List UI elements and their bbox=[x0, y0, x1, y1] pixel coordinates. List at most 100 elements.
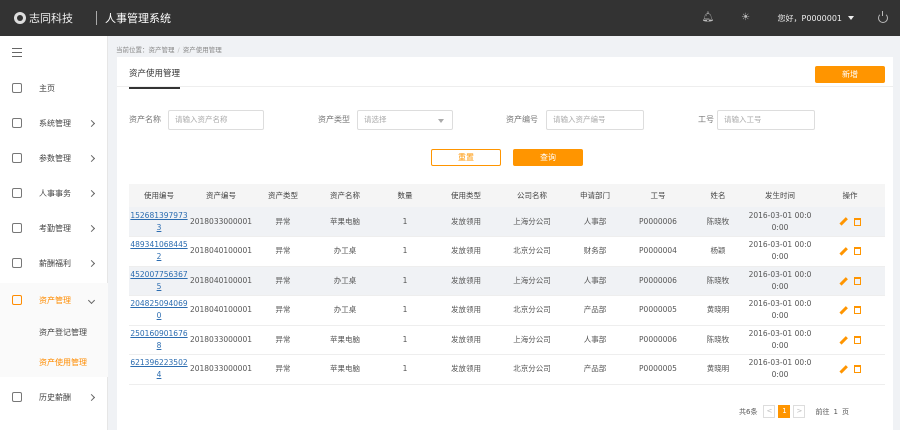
table-cell: 苹果电脑 bbox=[313, 207, 377, 237]
table-cell: 1 bbox=[377, 325, 433, 355]
sidebar-item-label: 薪酬福利 bbox=[39, 258, 71, 268]
usage-id-link[interactable]: 1526813979733 bbox=[130, 211, 187, 232]
table-cell: 发放领用 bbox=[433, 236, 499, 267]
table-cell: 陈晓牧 bbox=[691, 207, 745, 237]
table-cell: 办工桌 bbox=[313, 236, 377, 267]
trash-icon[interactable] bbox=[854, 217, 861, 226]
query-button[interactable]: 查询 bbox=[513, 149, 583, 166]
table-cell: 北京分公司 bbox=[499, 354, 565, 385]
table-row: 2048250940690 2018040100001 异常 办工桌 1 发放领用 北京分公… bbox=[129, 295, 885, 326]
sidebar-item-personnel[interactable]: 人事事务 bbox=[0, 176, 108, 210]
table-cell: 黄晓明 bbox=[691, 295, 745, 326]
monitor-icon bbox=[12, 118, 22, 128]
asset-icon bbox=[12, 295, 22, 305]
page-number-button[interactable]: 1 bbox=[778, 405, 791, 418]
sidebar-subitem-asset-usage[interactable]: 资产使用管理 bbox=[0, 347, 108, 377]
edit-icon[interactable] bbox=[839, 217, 848, 226]
prev-page-button[interactable]: < bbox=[763, 405, 776, 418]
trash-icon[interactable] bbox=[854, 306, 861, 315]
table-cell: 黄晓明 bbox=[691, 354, 745, 385]
reset-button[interactable]: 重置 bbox=[431, 149, 501, 166]
table-cell: 人事部 bbox=[565, 207, 625, 237]
usage-id-link[interactable]: 4893410684452 bbox=[130, 240, 187, 261]
table-cell: 办工桌 bbox=[313, 266, 377, 296]
hamburger-icon[interactable] bbox=[12, 48, 22, 60]
table-cell: 北京分公司 bbox=[499, 295, 565, 326]
table-cell: 1526813979733 bbox=[129, 207, 189, 237]
row-actions bbox=[815, 295, 885, 326]
job-no-input[interactable]: 请输入工号 bbox=[717, 110, 815, 130]
edit-icon[interactable] bbox=[839, 335, 848, 344]
column-header: 工号 bbox=[625, 184, 691, 207]
goto-page-input[interactable]: 1 bbox=[833, 408, 837, 416]
chevron-right-icon bbox=[87, 189, 96, 197]
column-header: 数量 bbox=[377, 184, 433, 207]
tab-bar: 资产使用管理 新增 bbox=[117, 57, 893, 89]
main-card: 资产使用管理 新增 资产名称 请输入资产名称 资产类型 请选择 资产编号 请输入… bbox=[117, 57, 893, 430]
asset-type-select[interactable]: 请选择 bbox=[357, 110, 453, 130]
add-button[interactable]: 新增 bbox=[815, 66, 885, 83]
table-cell: 陈晓牧 bbox=[691, 266, 745, 296]
sidebar-subitem-asset-register[interactable]: 资产登记管理 bbox=[0, 317, 108, 347]
usage-id-link[interactable]: 6213962235024 bbox=[130, 358, 187, 379]
table-cell: 1 bbox=[377, 236, 433, 267]
copy-icon bbox=[12, 258, 22, 268]
table-cell: 上海分公司 bbox=[499, 207, 565, 237]
breadcrumb-parent[interactable]: 资产管理 bbox=[149, 46, 175, 54]
table-cell: 6213962235024 bbox=[129, 354, 189, 385]
table-cell: 2048250940690 bbox=[129, 295, 189, 326]
table-cell: 2016-03-01 00:00:00 bbox=[745, 207, 815, 237]
table-cell: 2018040100001 bbox=[189, 295, 253, 326]
sidebar-item-label: 资产管理 bbox=[39, 295, 71, 305]
edit-icon[interactable] bbox=[839, 247, 848, 256]
table-cell: 4893410684452 bbox=[129, 236, 189, 267]
sidebar-item-salary[interactable]: 薪酬福利 bbox=[0, 246, 108, 280]
sidebar-item-attendance[interactable]: 考勤管理 bbox=[0, 211, 108, 245]
edit-icon[interactable] bbox=[839, 365, 848, 374]
table-cell: 异常 bbox=[253, 325, 313, 355]
trash-icon[interactable] bbox=[854, 247, 861, 256]
trash-icon[interactable] bbox=[854, 276, 861, 285]
bulb-icon[interactable]: ☀︎ bbox=[740, 12, 752, 24]
goto-label: 前往 bbox=[815, 407, 830, 416]
table-cell: 产品部 bbox=[565, 295, 625, 326]
power-icon[interactable] bbox=[878, 11, 888, 23]
table-cell: 1 bbox=[377, 266, 433, 296]
sidebar-item-home[interactable]: 主页 bbox=[0, 71, 108, 105]
column-header: 资产编号 bbox=[189, 184, 253, 207]
sidebar-item-assets[interactable]: 资产管理 bbox=[0, 283, 108, 317]
breadcrumb: 当前位置：资产管理 / 资产使用管理 bbox=[116, 44, 222, 54]
sidebar-item-history-salary[interactable]: 历史薪酬 bbox=[0, 380, 108, 414]
asset-name-input[interactable]: 请输入资产名称 bbox=[168, 110, 264, 130]
row-actions bbox=[815, 207, 885, 237]
chevron-down-icon[interactable] bbox=[848, 16, 854, 20]
table-row: 1526813979733 2018033000001 异常 苹果电脑 1 发放领用 上海分… bbox=[129, 207, 885, 237]
table-cell: 发放领用 bbox=[433, 207, 499, 237]
usage-id-link[interactable]: 2501609016768 bbox=[130, 329, 187, 350]
usage-id-link[interactable]: 2048250940690 bbox=[130, 299, 187, 320]
next-page-button[interactable]: > bbox=[793, 405, 806, 418]
row-actions bbox=[815, 236, 885, 267]
edit-icon[interactable] bbox=[839, 276, 848, 285]
sidebar-item-system[interactable]: 系统管理 bbox=[0, 106, 108, 140]
trash-icon[interactable] bbox=[854, 335, 861, 344]
trash-icon[interactable] bbox=[854, 365, 861, 374]
table-header-row: 使用编号 资产编号 资产类型 资产名称 数量 使用类型 公司名称 申请部门 工号… bbox=[129, 184, 885, 207]
usage-id-link[interactable]: 4520077563675 bbox=[130, 270, 187, 291]
bell-icon[interactable]: 🔔︎ bbox=[702, 12, 715, 24]
sidebar-item-label: 系统管理 bbox=[39, 118, 71, 128]
column-header: 申请部门 bbox=[565, 184, 625, 207]
tab-asset-usage[interactable]: 资产使用管理 bbox=[129, 67, 181, 89]
chevron-down-icon bbox=[438, 119, 444, 123]
table-cell: 陈晓牧 bbox=[691, 325, 745, 355]
table-cell: 异常 bbox=[253, 207, 313, 237]
sidebar-item-params[interactable]: 参数管理 bbox=[0, 141, 108, 175]
asset-no-input[interactable]: 请输入资产编号 bbox=[546, 110, 644, 130]
table-cell: 2018033000001 bbox=[189, 325, 253, 355]
edit-icon[interactable] bbox=[839, 306, 848, 315]
user-greeting[interactable]: 您好，P0000001 bbox=[778, 13, 842, 24]
asset-type-label: 资产类型 bbox=[318, 115, 350, 124]
system-title: 人事管理系统 bbox=[105, 12, 171, 25]
breadcrumb-prefix: 当前位置： bbox=[116, 46, 149, 54]
row-actions bbox=[815, 325, 885, 355]
